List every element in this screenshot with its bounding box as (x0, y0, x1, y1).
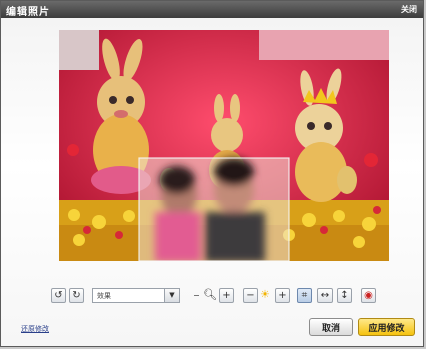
edit-toolbar: ↺ ↻ 效果 ▼ 🔍︎ + − ☀ + ⌗ ↔ ↕ ◉ (51, 288, 381, 306)
effect-select[interactable]: 效果 ▼ (92, 288, 180, 303)
separator (194, 295, 199, 296)
plus-icon: + (278, 290, 287, 301)
photo-canvas[interactable] (59, 30, 389, 261)
vertical-arrows-icon: ↕ (340, 290, 349, 301)
chevron-down-icon[interactable]: ▼ (164, 289, 179, 302)
dialog-body: ↺ ↻ 效果 ▼ 🔍︎ + − ☀ + ⌗ ↔ ↕ ◉ 还原修改 取消 应用修改 (1, 18, 423, 346)
eye-icon: ◉ (364, 290, 373, 301)
rotate-right-icon: ↻ (72, 290, 81, 301)
flip-vertical-button[interactable]: ↕ (337, 288, 352, 303)
photo-image (59, 30, 389, 261)
cancel-button[interactable]: 取消 (309, 318, 353, 336)
crop-icon: ⌗ (301, 290, 308, 301)
zoom-icon: 🔍︎ (203, 288, 217, 301)
rotate-left-button[interactable]: ↺ (51, 288, 66, 303)
brightness-up-button[interactable]: + (275, 288, 290, 303)
flip-horizontal-button[interactable]: ↔ (317, 288, 333, 303)
effect-select-value: 效果 (97, 292, 111, 300)
horizontal-arrows-icon: ↔ (320, 290, 330, 301)
close-button[interactable]: 关闭 (401, 4, 417, 15)
edit-photo-dialog: 编辑照片 关闭 ↺ ↻ 效果 ▼ 🔍︎ + − ☀ + ⌗ ↔ ↕ ◉ 还原修改… (0, 0, 424, 347)
plus-icon: + (222, 290, 231, 301)
brightness-icon: ☀ (260, 288, 270, 301)
revert-link[interactable]: 还原修改 (21, 324, 49, 334)
rotate-right-button[interactable]: ↻ (69, 288, 84, 303)
title-bar[interactable]: 编辑照片 关闭 (1, 1, 423, 19)
minus-icon: − (246, 290, 255, 301)
brightness-down-button[interactable]: − (243, 288, 258, 303)
zoom-in-button[interactable]: + (219, 288, 234, 303)
dialog-title: 编辑照片 (6, 7, 50, 18)
rotate-left-icon: ↺ (54, 290, 63, 301)
red-eye-button[interactable]: ◉ (361, 288, 376, 303)
crop-tool-button[interactable]: ⌗ (297, 288, 312, 303)
apply-changes-button[interactable]: 应用修改 (358, 318, 415, 336)
